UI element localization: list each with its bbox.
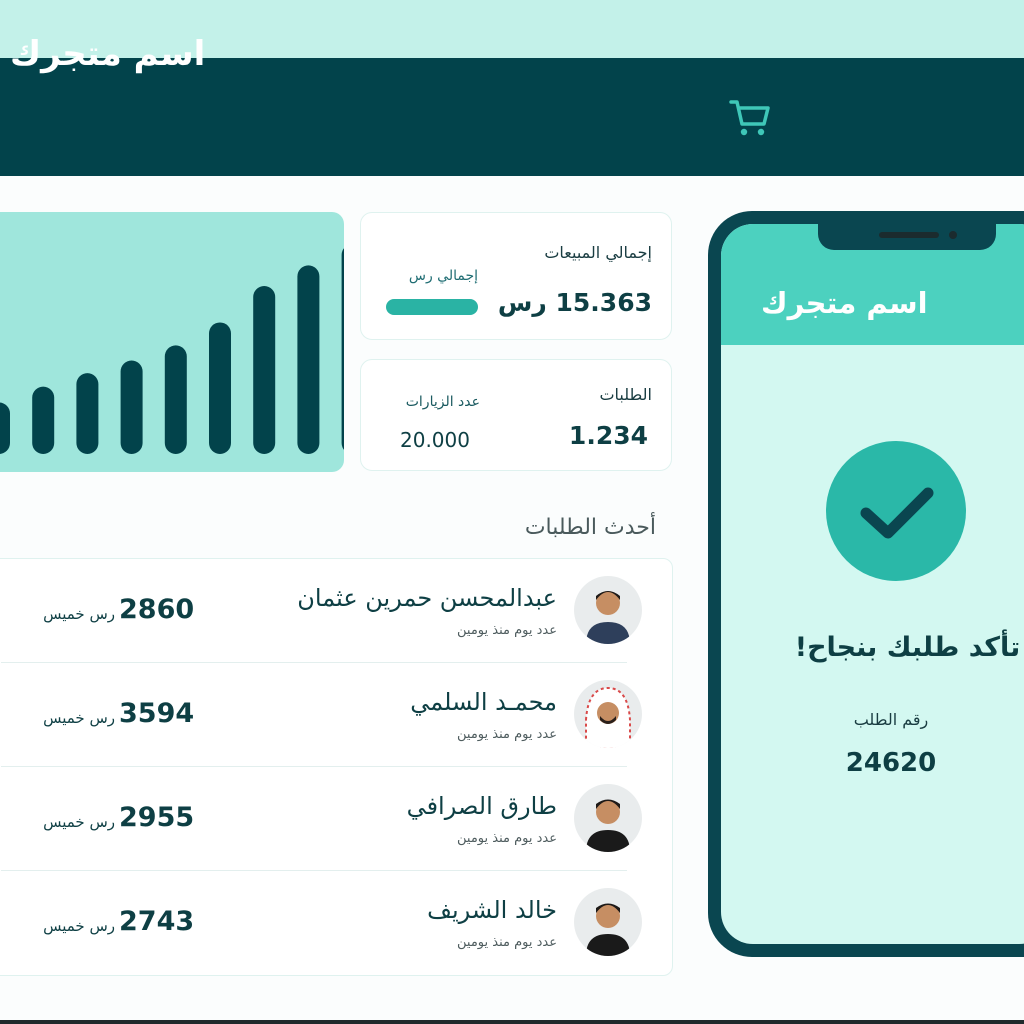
total-sales-label: إجمالي المبيعات bbox=[544, 243, 652, 262]
order-time: عدد يوم منذ يومين bbox=[457, 623, 557, 638]
order-row[interactable]: عبدالمحسن حمرين عثمان عدد يوم منذ يومين … bbox=[1, 559, 642, 663]
customer-name: طارق الصرافي bbox=[406, 792, 557, 820]
success-message: تم تأكد طلبك بنجاح! bbox=[794, 632, 1024, 663]
camera-icon bbox=[949, 231, 957, 239]
orders-label: الطلبات bbox=[599, 385, 652, 404]
customer-name: خالد الشريف bbox=[427, 896, 557, 924]
order-time: عدد يوم منذ يومين bbox=[457, 935, 557, 950]
avatar bbox=[574, 576, 642, 644]
order-row[interactable]: طارق الصرافي عدد يوم منذ يومين 2955 رس خ… bbox=[1, 767, 642, 871]
order-row[interactable]: خالد الشريف عدد يوم منذ يومين 2743 رس خم… bbox=[1, 871, 642, 975]
avatar bbox=[574, 680, 642, 748]
order-row[interactable]: محمـد السلمي عدد يوم منذ يومين 3594 رس خ… bbox=[1, 663, 642, 767]
chart-bar bbox=[341, 248, 344, 450]
chart-bar bbox=[297, 265, 320, 454]
bottom-divider bbox=[0, 1020, 1024, 1024]
avatar bbox=[574, 888, 642, 956]
cart-icon[interactable] bbox=[728, 96, 772, 140]
customer-name: محمـد السلمي bbox=[410, 688, 557, 716]
chart-bar bbox=[209, 322, 231, 454]
chart-bar bbox=[76, 373, 99, 454]
phone-store-title: اسم متجرك bbox=[761, 286, 928, 320]
recent-orders-list: عبدالمحسن حمرين عثمان عدد يوم منذ يومين … bbox=[0, 558, 673, 976]
visits-label: عدد الزيارات bbox=[405, 394, 480, 410]
orders-value: 1.234 bbox=[568, 421, 648, 450]
speaker-icon bbox=[879, 232, 939, 238]
phone-mockup: اسم متجرك تم تأكد طلبك بنجاح! رقم الطلب … bbox=[708, 211, 1024, 957]
recent-orders-title: أحدث الطلبات bbox=[524, 515, 656, 540]
order-number: 24620 bbox=[845, 748, 937, 778]
chart-bar bbox=[253, 286, 276, 454]
orders-card-stat bbox=[360, 359, 672, 471]
order-time: عدد يوم منذ يومين bbox=[457, 831, 557, 846]
order-currency: رس خميس bbox=[43, 605, 115, 623]
sales-chart bbox=[0, 212, 344, 472]
phone-screen: اسم متجرك تم تأكد طلبك بنجاح! رقم الطلب … bbox=[721, 224, 1024, 944]
order-amount: 2955 bbox=[119, 802, 195, 833]
chart-bar bbox=[32, 386, 55, 454]
chart-bar bbox=[120, 360, 143, 454]
check-icon bbox=[860, 487, 934, 539]
visits-value: 20.000 bbox=[400, 428, 470, 452]
sales-progress-bar bbox=[386, 299, 478, 315]
order-number-label: رقم الطلب bbox=[853, 710, 929, 729]
phone-notch bbox=[818, 224, 996, 250]
order-amount: 2743 bbox=[119, 906, 195, 937]
chart-bar bbox=[164, 345, 187, 454]
total-sales-value: 15.363 رس bbox=[497, 288, 652, 317]
total-sales-sub-label: إجمالي رس bbox=[408, 268, 478, 284]
sales-chart-svg bbox=[0, 248, 344, 454]
avatar bbox=[574, 784, 642, 852]
order-currency: رس خميس bbox=[43, 917, 115, 935]
chart-bar bbox=[0, 402, 10, 454]
order-time: عدد يوم منذ يومين bbox=[457, 727, 557, 742]
order-currency: رس خميس bbox=[43, 813, 115, 831]
order-amount: 3594 bbox=[119, 698, 195, 729]
order-amount: 2860 bbox=[119, 594, 195, 625]
order-currency: رس خميس bbox=[43, 709, 115, 727]
store-header bbox=[0, 58, 1024, 176]
success-badge bbox=[826, 441, 966, 581]
store-title: اسم متجرك bbox=[10, 34, 206, 74]
customer-name: عبدالمحسن حمرين عثمان bbox=[297, 584, 557, 612]
